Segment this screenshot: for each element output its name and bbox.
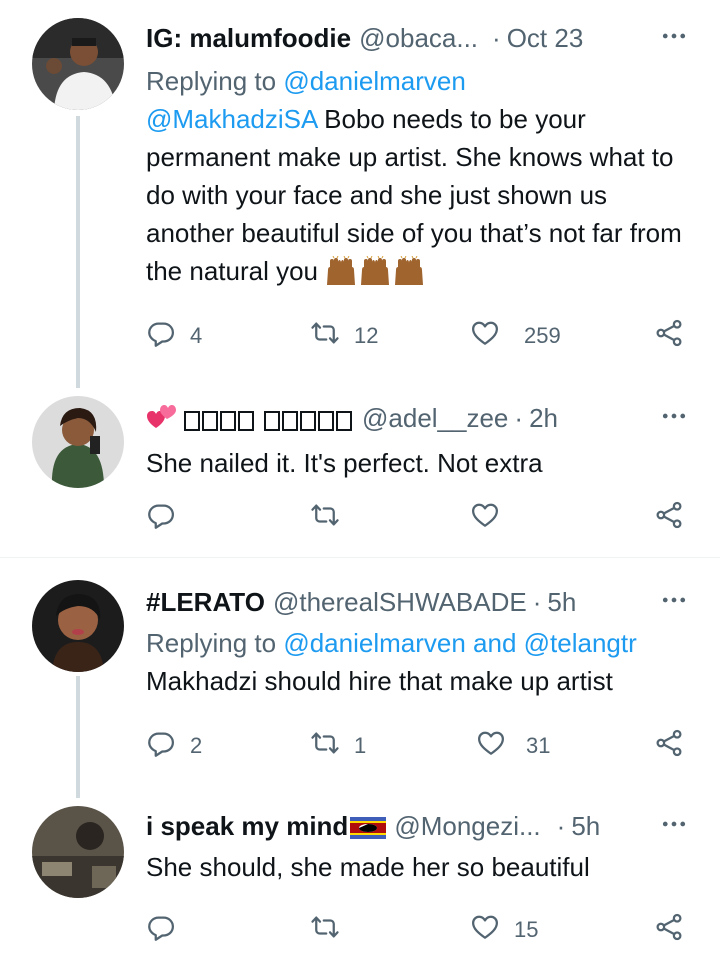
- reply-count: 2: [190, 733, 203, 758]
- tweet-text: She should, she made her so beautiful: [146, 852, 590, 882]
- tweet-header: #LERATO @therealSHWABADE · 5h: [146, 582, 692, 622]
- like-button[interactable]: [470, 500, 500, 536]
- thread-line: [76, 116, 80, 388]
- mention-link[interactable]: @MakhadziSA: [146, 104, 317, 134]
- reply-button[interactable]: [146, 912, 176, 948]
- reply-icon: [146, 318, 176, 354]
- like-button[interactable]: 31: [476, 728, 550, 764]
- username[interactable]: @therealSHWABADE: [273, 587, 527, 618]
- timestamp[interactable]: 5h: [571, 811, 600, 842]
- timestamp[interactable]: 2h: [529, 403, 558, 434]
- replying-and: and: [465, 628, 524, 658]
- eswatini-flag: [350, 815, 387, 839]
- like-count: 259: [524, 323, 561, 348]
- avatar[interactable]: [32, 396, 124, 488]
- separator: ·: [556, 810, 566, 841]
- tweet-text: @MakhadziSA Bobo needs to be your perman…: [146, 100, 692, 296]
- mention-link[interactable]: @telangtr: [524, 628, 637, 658]
- share-icon: [654, 318, 684, 354]
- retweet-button[interactable]: [310, 912, 340, 948]
- thread-line: [76, 676, 80, 798]
- retweet-button[interactable]: 1: [310, 728, 366, 764]
- like-count: 15: [514, 917, 539, 942]
- separator: ·: [532, 586, 542, 617]
- retweet-icon: [310, 500, 340, 536]
- replying-to: Replying to @danielmarven and @telangtr: [146, 624, 692, 662]
- username[interactable]: @Mongezi...: [394, 811, 540, 842]
- username[interactable]: @obaca...: [359, 23, 478, 54]
- reply-button[interactable]: [146, 500, 176, 536]
- more-icon[interactable]: [656, 18, 692, 54]
- retweet-button[interactable]: [310, 500, 340, 536]
- retweet-icon: [310, 728, 340, 764]
- tweet-header: IG: malumfoodie @obaca... · Oct 23: [146, 18, 692, 58]
- more-icon[interactable]: [656, 806, 692, 842]
- tweet-text: Makhadzi should hire that make up artist: [146, 666, 613, 696]
- display-name[interactable]: IG: malumfoodie: [146, 23, 351, 54]
- reply-icon: [146, 728, 176, 764]
- like-icon: [470, 500, 500, 536]
- display-name[interactable]: [146, 402, 354, 435]
- like-button[interactable]: 259: [470, 318, 561, 354]
- tweet-header: @adel__zee · 2h: [146, 398, 692, 438]
- replying-prefix: Replying to: [146, 628, 284, 658]
- like-count: 31: [526, 733, 551, 758]
- raising-hands-emoji: [324, 256, 426, 296]
- like-button[interactable]: 15: [470, 912, 538, 948]
- like-icon: [470, 912, 500, 948]
- tweet[interactable]: IG: malumfoodie @obaca... · Oct 23 Reply…: [0, 0, 720, 390]
- retweet-icon: [310, 318, 340, 354]
- reply-button[interactable]: 4: [146, 318, 202, 354]
- share-icon: [654, 912, 684, 948]
- retweet-count: 1: [354, 733, 367, 758]
- mention-link[interactable]: @danielmarven: [283, 66, 465, 96]
- tweet[interactable]: #LERATO @therealSHWABADE · 5h Replying t…: [0, 558, 720, 798]
- reply-icon: [146, 912, 176, 948]
- retweet-icon: [310, 912, 340, 948]
- share-icon: [654, 500, 684, 536]
- reply-icon: [146, 500, 176, 536]
- more-icon[interactable]: [656, 582, 692, 618]
- more-icon[interactable]: [656, 398, 692, 434]
- heart-emoji: [146, 402, 178, 432]
- replying-to: Replying to @danielmarven: [146, 62, 692, 100]
- username[interactable]: @adel__zee: [362, 403, 508, 434]
- avatar[interactable]: [32, 18, 124, 110]
- tweet[interactable]: @adel__zee · 2h She nailed it. It's perf…: [0, 390, 720, 556]
- share-button[interactable]: [654, 912, 684, 948]
- tweet-header: i speak my mind @Mongezi... · 5h: [146, 806, 692, 846]
- reply-count: 4: [190, 323, 203, 348]
- tweet-text: She nailed it. It's perfect. Not extra: [146, 448, 543, 478]
- timestamp[interactable]: 5h: [547, 587, 576, 618]
- replying-prefix: Replying to: [146, 66, 284, 96]
- like-icon: [476, 728, 506, 764]
- tweet[interactable]: i speak my mind @Mongezi... · 5h She sho…: [0, 798, 720, 965]
- reply-button[interactable]: 2: [146, 728, 202, 764]
- unrendered-glyphs: [184, 404, 354, 434]
- mention-link[interactable]: @danielmarven: [283, 628, 465, 658]
- avatar[interactable]: [32, 806, 124, 898]
- retweet-count: 12: [354, 323, 379, 348]
- separator: ·: [492, 22, 501, 53]
- retweet-button[interactable]: 12: [310, 318, 378, 354]
- share-button[interactable]: [654, 728, 684, 764]
- share-icon: [654, 728, 684, 764]
- display-name[interactable]: i speak my mind: [146, 811, 348, 842]
- share-button[interactable]: [654, 318, 684, 354]
- like-icon: [470, 318, 500, 354]
- avatar[interactable]: [32, 580, 124, 672]
- display-name[interactable]: #LERATO: [146, 587, 265, 618]
- share-button[interactable]: [654, 500, 684, 536]
- separator: ·: [514, 402, 524, 433]
- timestamp[interactable]: Oct 23: [507, 23, 584, 54]
